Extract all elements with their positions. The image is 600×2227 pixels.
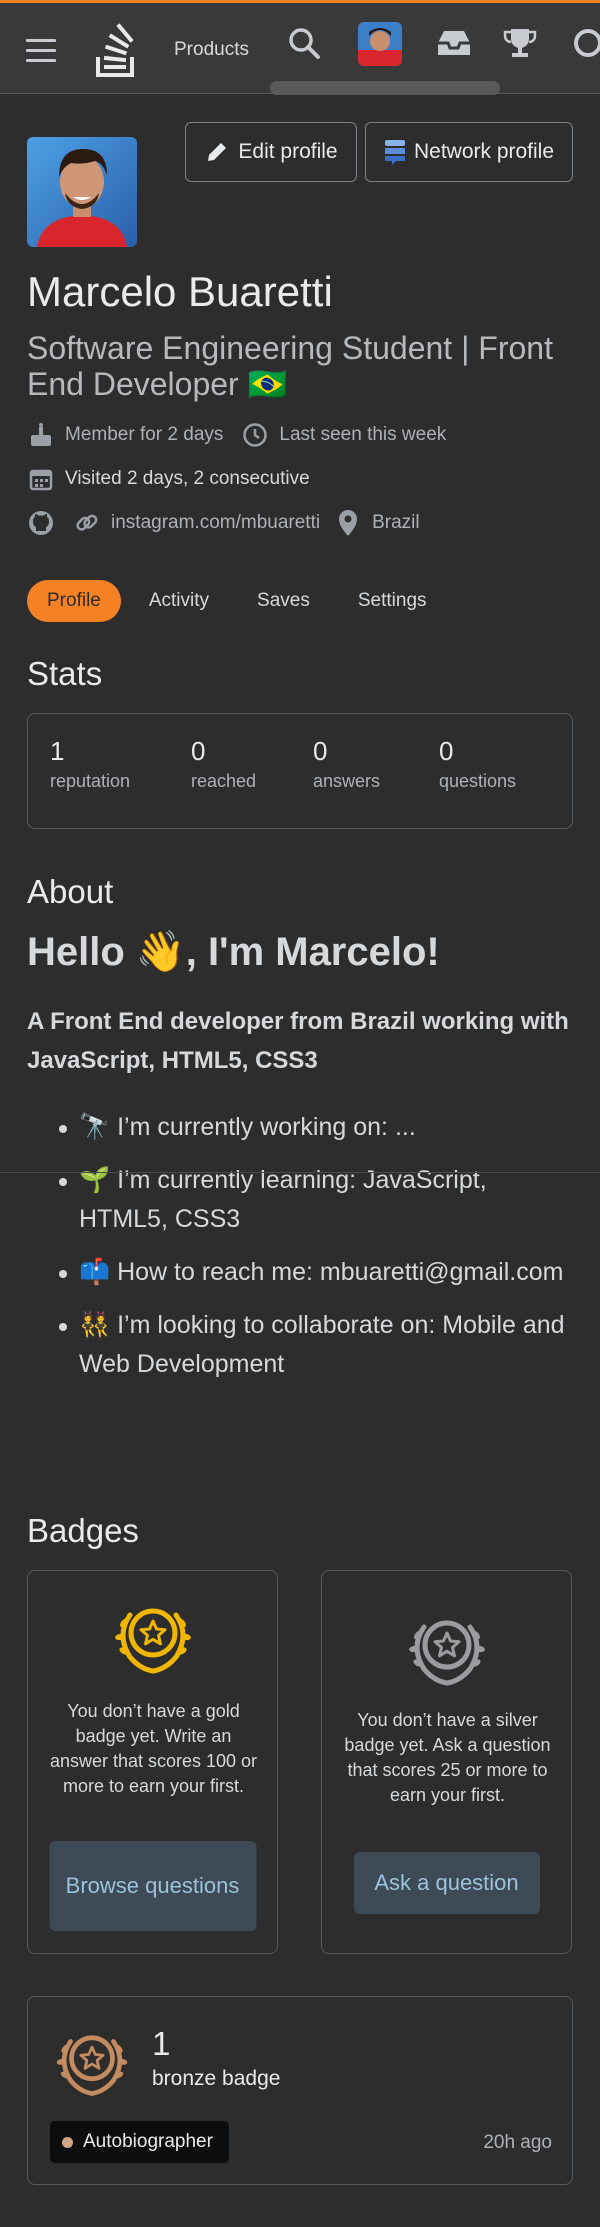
- list-item: 👯 I’m looking to collaborate on: Mobile …: [27, 1306, 572, 1384]
- badges-heading: Badges: [27, 1512, 139, 1549]
- meta-row-links: instagram.com/mbuaretti Brazil: [27, 509, 420, 537]
- gold-badge-card: You don’t have a gold badge yet. Write a…: [27, 1570, 278, 1954]
- member-for-text: Member for 2 days: [65, 424, 224, 445]
- products-link[interactable]: Products: [174, 39, 249, 61]
- network-profile-button[interactable]: Network profile: [365, 122, 573, 182]
- profile-title: Software Engineering Student | Front End…: [27, 330, 553, 402]
- stat-value: 1: [50, 736, 65, 766]
- gold-badge-icon: [114, 1608, 191, 1674]
- silver-badge-card: You don’t have a silver badge yet. Ask a…: [321, 1570, 572, 1954]
- profile-tabs: Profile Activity Saves Settings: [27, 580, 455, 622]
- stat-reputation: 1 reputation: [50, 736, 130, 792]
- stat-label: reputation: [50, 771, 131, 791]
- badge-chip-autobiographer[interactable]: Autobiographer: [50, 2121, 229, 2163]
- stats-heading: Stats: [27, 655, 103, 692]
- achievements-icon[interactable]: [502, 25, 538, 61]
- gold-badge-text: You don’t have a gold badge yet. Write a…: [49, 1701, 258, 1796]
- top-bar: Products: [0, 0, 600, 95]
- profile-name: Marcelo Buaretti: [27, 268, 333, 315]
- about-heading: About: [27, 873, 114, 910]
- about-list: 🔭 I’m currently working on: ... 🌱 I’m cu…: [27, 1108, 572, 1398]
- github-icon[interactable]: [27, 509, 55, 537]
- calendar-icon: [27, 465, 55, 493]
- bronze-dot-icon: [62, 2136, 73, 2148]
- clock-icon: [241, 421, 269, 449]
- edit-profile-label: Edit profile: [238, 140, 338, 163]
- last-seen-text: Last seen this week: [279, 424, 447, 445]
- instagram-link[interactable]: instagram.com/mbuaretti: [111, 512, 320, 534]
- stat-questions: 0 questions: [439, 736, 516, 792]
- inbox-icon[interactable]: [434, 25, 474, 61]
- stat-value: 0: [439, 736, 454, 766]
- stack-exchange-icon: [384, 140, 405, 165]
- meta-row-membership: Member for 2 days Last seen this week: [27, 421, 446, 449]
- tab-settings[interactable]: Settings: [338, 580, 447, 622]
- cake-icon: [27, 421, 55, 449]
- profile-avatar: [27, 137, 137, 247]
- search-icon[interactable]: [286, 25, 322, 61]
- ask-question-button[interactable]: Ask a question: [353, 1852, 540, 1914]
- stack-overflow-logo-icon[interactable]: [94, 23, 140, 79]
- stat-reached: 0 reached: [191, 736, 256, 792]
- menu-icon[interactable]: [26, 39, 56, 63]
- bronze-badge-card: 1 bronze badge Autobiographer 20h ago: [27, 1996, 573, 2185]
- browse-questions-button[interactable]: Browse questions: [49, 1841, 256, 1931]
- network-profile-label: Network profile: [413, 140, 555, 163]
- stat-value: 0: [313, 736, 328, 766]
- location-pin-icon: [334, 509, 362, 537]
- about-lead: A Front End developer from Brazil workin…: [27, 1008, 569, 1074]
- stat-label: questions: [439, 771, 517, 791]
- bronze-badge-label: bronze badge: [152, 2067, 281, 2090]
- divider: [0, 1172, 600, 1173]
- tab-profile[interactable]: Profile: [27, 580, 121, 622]
- bronze-badge-icon: [56, 2035, 128, 2096]
- stat-label: answers: [313, 771, 381, 791]
- edit-profile-button[interactable]: Edit profile: [185, 122, 357, 182]
- location-text: Brazil: [372, 512, 420, 533]
- link-icon: [73, 509, 101, 537]
- tab-activity[interactable]: Activity: [129, 580, 229, 622]
- help-icon[interactable]: [572, 27, 600, 59]
- silver-badge-icon: [408, 1620, 485, 1686]
- list-item: 📫 How to reach me: mbuaretti@gmail.com: [27, 1253, 572, 1292]
- badge-chip-label: Autobiographer: [83, 2131, 213, 2152]
- about-hello: Hello 👋, I'm Marcelo!: [27, 930, 440, 974]
- silver-badge-text: You don’t have a silver badge yet. Ask a…: [344, 1710, 551, 1805]
- pencil-icon: [208, 143, 227, 161]
- horizontal-scrollbar[interactable]: [270, 81, 500, 95]
- visited-text: Visited 2 days, 2 consecutive: [65, 468, 310, 489]
- badge-earned-time: 20h ago: [483, 2132, 552, 2153]
- tab-saves[interactable]: Saves: [237, 580, 330, 622]
- stat-value: 0: [191, 736, 206, 766]
- stats-card: 1 reputation 0 reached 0 answers 0 quest…: [27, 713, 573, 829]
- stat-answers: 0 answers: [313, 736, 380, 792]
- bronze-badge-count: 1: [152, 2025, 171, 2062]
- user-avatar-small[interactable]: [358, 22, 402, 66]
- list-item: 🔭 I’m currently working on: ...: [27, 1108, 572, 1147]
- meta-row-visits: Visited 2 days, 2 consecutive: [27, 465, 310, 493]
- stat-label: reached: [191, 771, 257, 791]
